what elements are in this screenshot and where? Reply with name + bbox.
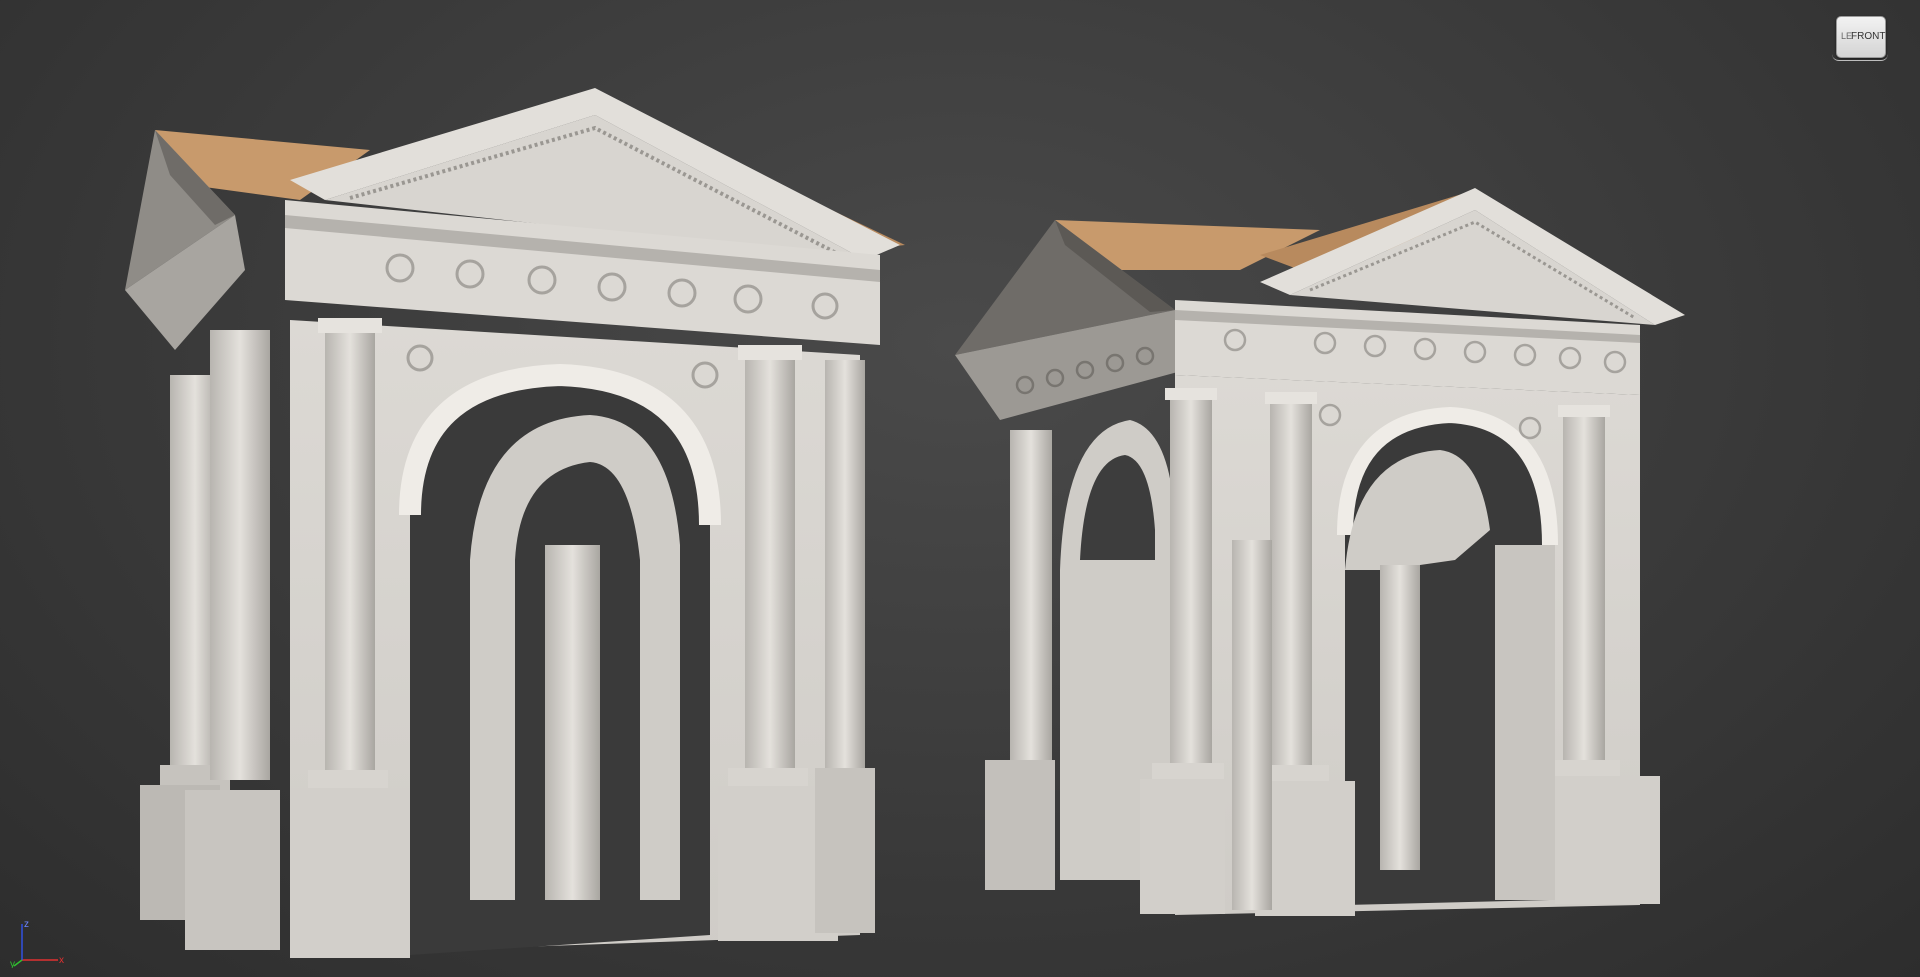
viewcube-face[interactable]: LE FRONT [1836,16,1886,58]
axis-tripod-icon: x z y [10,919,64,968]
right-pier-inner [1495,545,1555,900]
side-column-right-gate [1010,430,1052,760]
side-plinth-2 [185,790,280,950]
right-plinth [815,768,875,933]
axis-x-label: x [59,955,64,966]
right-inner-pier [1380,565,1420,870]
axis-y-label: y [10,959,15,968]
front-pilaster-right [825,360,865,770]
side-plinth-right-gate [985,760,1055,890]
right-front-column-right [1548,405,1660,904]
viewcube-front-label: FRONT [1851,31,1886,42]
viewcube-compass-ring[interactable] [1832,54,1888,61]
axis-z-label: z [24,919,29,930]
3d-viewport[interactable]: LE FRONT x z y [0,0,1920,977]
arch-gate-right[interactable] [955,188,1685,916]
viewport-scene[interactable] [0,0,1920,977]
side-column-2 [210,330,270,780]
viewcube-navigation[interactable]: LE FRONT [1832,14,1888,61]
arch-gate-left[interactable] [125,88,905,958]
right-pier-between [1232,540,1272,910]
inner-pier [545,545,600,900]
axis-y-line [13,959,23,967]
